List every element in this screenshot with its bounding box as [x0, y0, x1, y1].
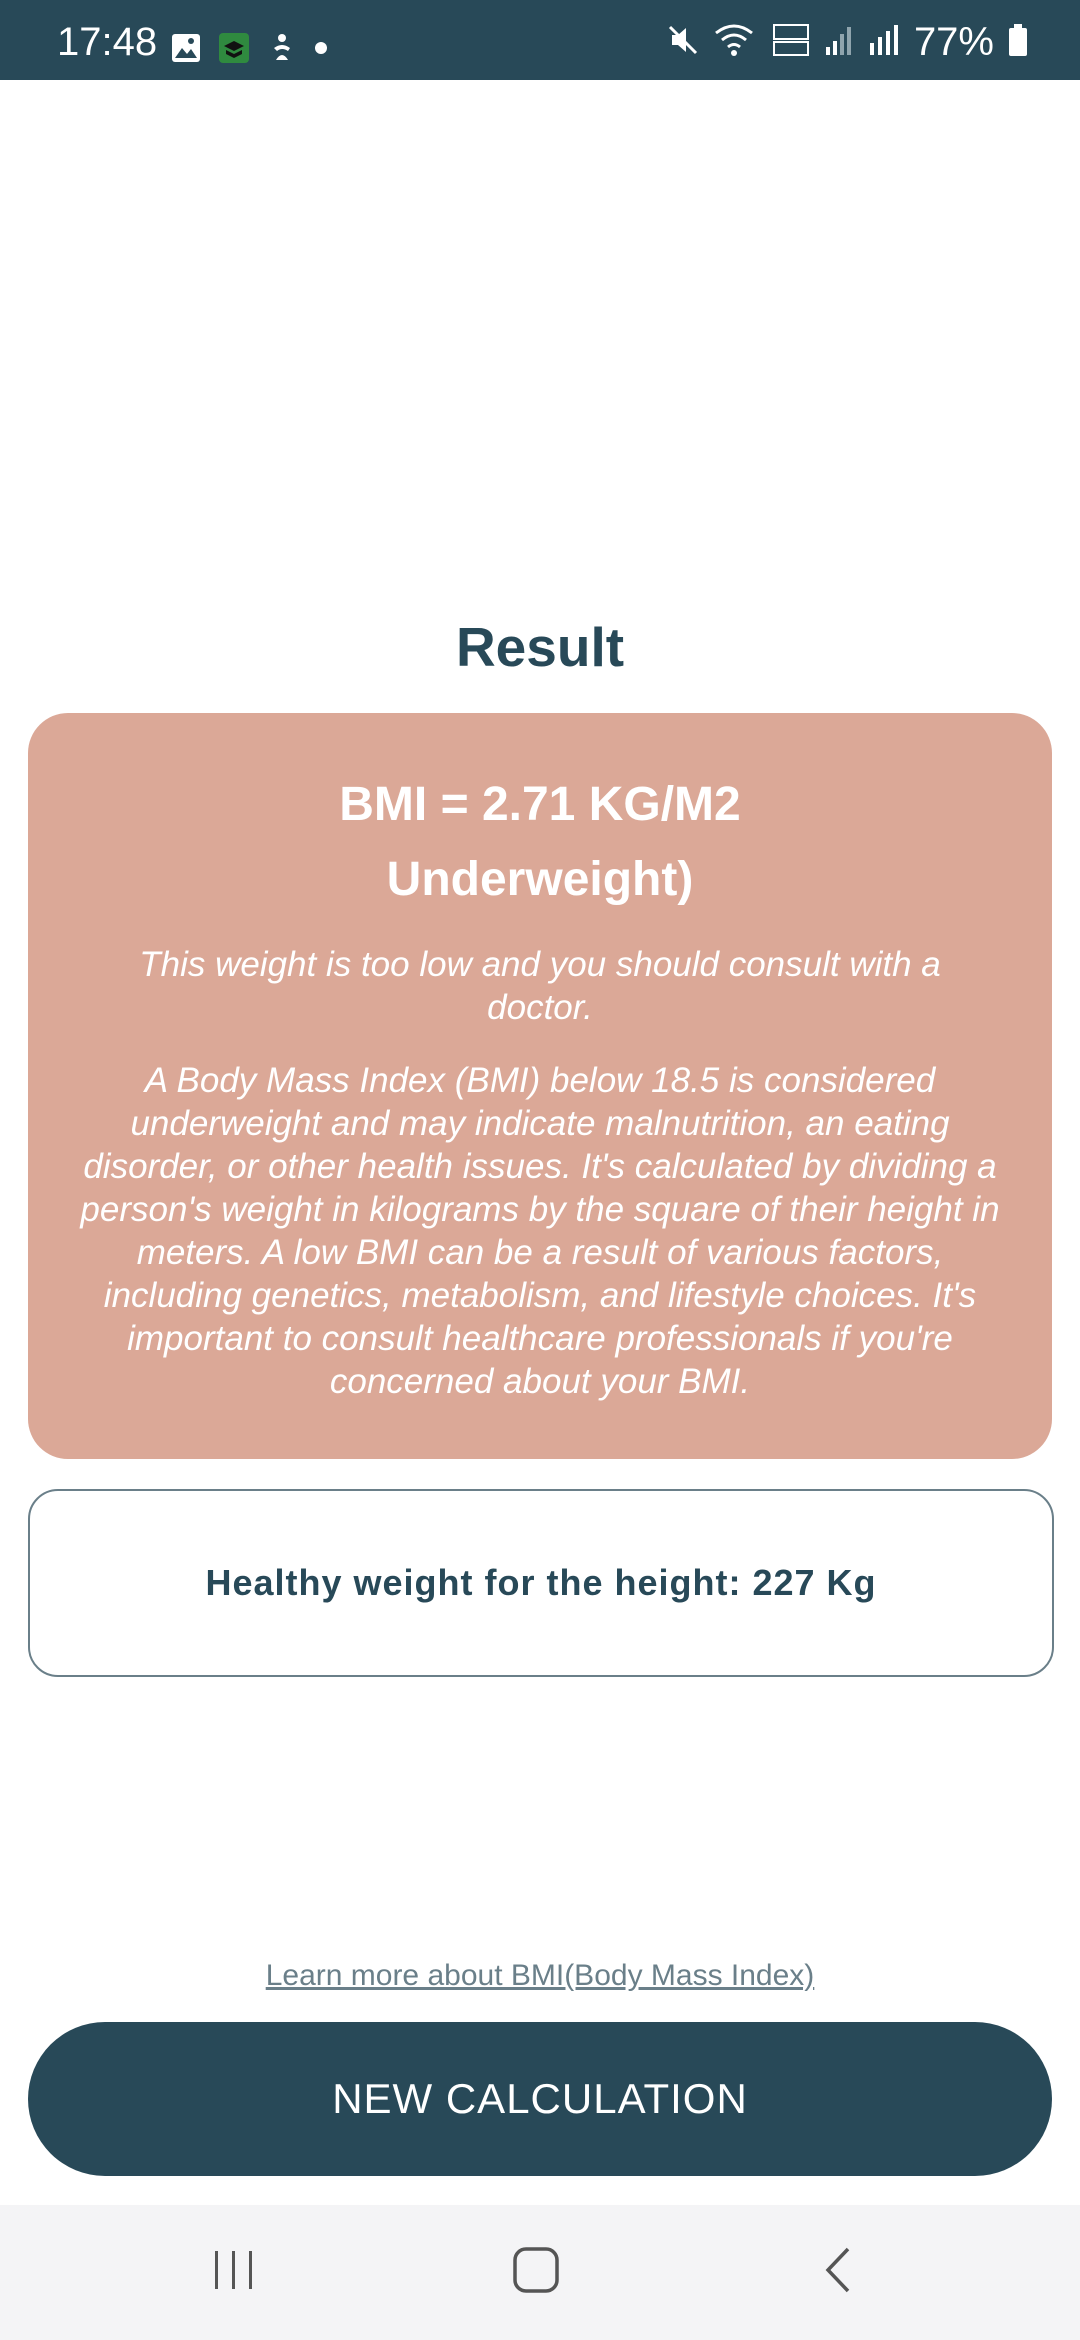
- bmi-advice: This weight is too low and you should co…: [139, 945, 941, 1027]
- healthy-weight-card: Healthy weight for the height: 227 Kg: [28, 1489, 1054, 1677]
- image-icon: [170, 32, 202, 69]
- status-bar: 17:48 77%: [0, 0, 1080, 80]
- mute-icon: [666, 23, 700, 62]
- back-button[interactable]: [758, 2205, 918, 2340]
- page-title: Result: [455, 616, 625, 678]
- status-time: 17:48: [57, 20, 158, 64]
- wifi-icon: [714, 23, 758, 62]
- battery-percent: 77%: [913, 20, 994, 64]
- status-left-icons: [170, 32, 328, 68]
- signal-roaming-icon: [866, 23, 900, 62]
- battery-icon: [1008, 23, 1028, 62]
- bmi-value: BMI = 2.71 KG/M2: [339, 778, 741, 831]
- volte-icon: [772, 23, 810, 62]
- home-icon: [511, 2245, 561, 2300]
- bmi-category: Underweight): [386, 853, 694, 906]
- back-icon: [818, 2245, 858, 2300]
- app-notification-icon: [218, 32, 250, 69]
- home-button[interactable]: [456, 2205, 616, 2340]
- dot-icon: [314, 41, 328, 60]
- result-card: BMI = 2.71 KG/M2 Underweight) This weigh…: [28, 713, 1052, 1459]
- status-right-icons: 77%: [666, 22, 1028, 62]
- accessibility-icon: [266, 32, 298, 69]
- bmi-info-text: A Body Mass Index (BMI) below 18.5 is co…: [80, 1061, 1000, 1401]
- recent-apps-icon: [211, 2247, 257, 2298]
- recent-apps-button[interactable]: [154, 2205, 314, 2340]
- navigation-bar: [0, 2205, 1080, 2340]
- healthy-weight-text: Healthy weight for the height: 227 Kg: [205, 1562, 877, 1603]
- learn-more-link[interactable]: Learn more about BMI(Body Mass Index): [0, 1956, 1080, 1996]
- signal-icon: [824, 23, 852, 62]
- new-calculation-button[interactable]: NEW CALCULATION: [28, 2022, 1052, 2176]
